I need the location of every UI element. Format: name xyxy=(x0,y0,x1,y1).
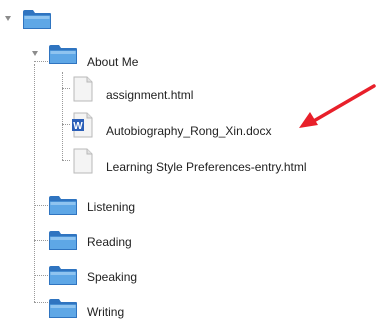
tree-item-about-me[interactable]: About Me xyxy=(87,55,138,69)
file-item[interactable]: assignment.html xyxy=(106,88,193,102)
folder-icon[interactable] xyxy=(48,297,78,319)
tree-line-listening xyxy=(34,205,48,206)
tree-line-file-1 xyxy=(62,88,70,89)
tree-line-writing xyxy=(34,302,48,303)
tree-line-file-3 xyxy=(62,160,70,161)
folder-item[interactable]: Listening xyxy=(87,200,135,214)
root-expand-toggle[interactable] xyxy=(5,16,11,21)
tree-line-about-children xyxy=(62,72,63,160)
document-icon[interactable] xyxy=(70,76,96,102)
document-icon[interactable] xyxy=(70,148,96,174)
folder-icon[interactable] xyxy=(22,8,52,30)
tree-line-file-2 xyxy=(62,124,70,125)
tree-line-reading xyxy=(34,240,48,241)
about-me-expand-toggle[interactable] xyxy=(32,51,38,56)
tree-line-about xyxy=(34,61,48,62)
folder-icon[interactable] xyxy=(48,43,78,65)
folder-item[interactable]: Reading xyxy=(87,235,132,249)
file-item[interactable]: Learning Style Preferences-entry.html xyxy=(106,160,307,174)
word-document-icon[interactable]: W xyxy=(70,112,96,138)
folder-item[interactable]: Writing xyxy=(87,305,124,319)
folder-icon[interactable] xyxy=(48,194,78,216)
tree-line-speaking xyxy=(34,275,48,276)
svg-text:W: W xyxy=(73,121,83,132)
tree-line-root xyxy=(34,64,35,302)
red-arrow-icon xyxy=(296,82,378,132)
folder-item[interactable]: Speaking xyxy=(87,270,137,284)
folder-icon[interactable] xyxy=(48,264,78,286)
folder-icon[interactable] xyxy=(48,229,78,251)
file-item[interactable]: Autobiography_Rong_Xin.docx xyxy=(106,124,271,138)
